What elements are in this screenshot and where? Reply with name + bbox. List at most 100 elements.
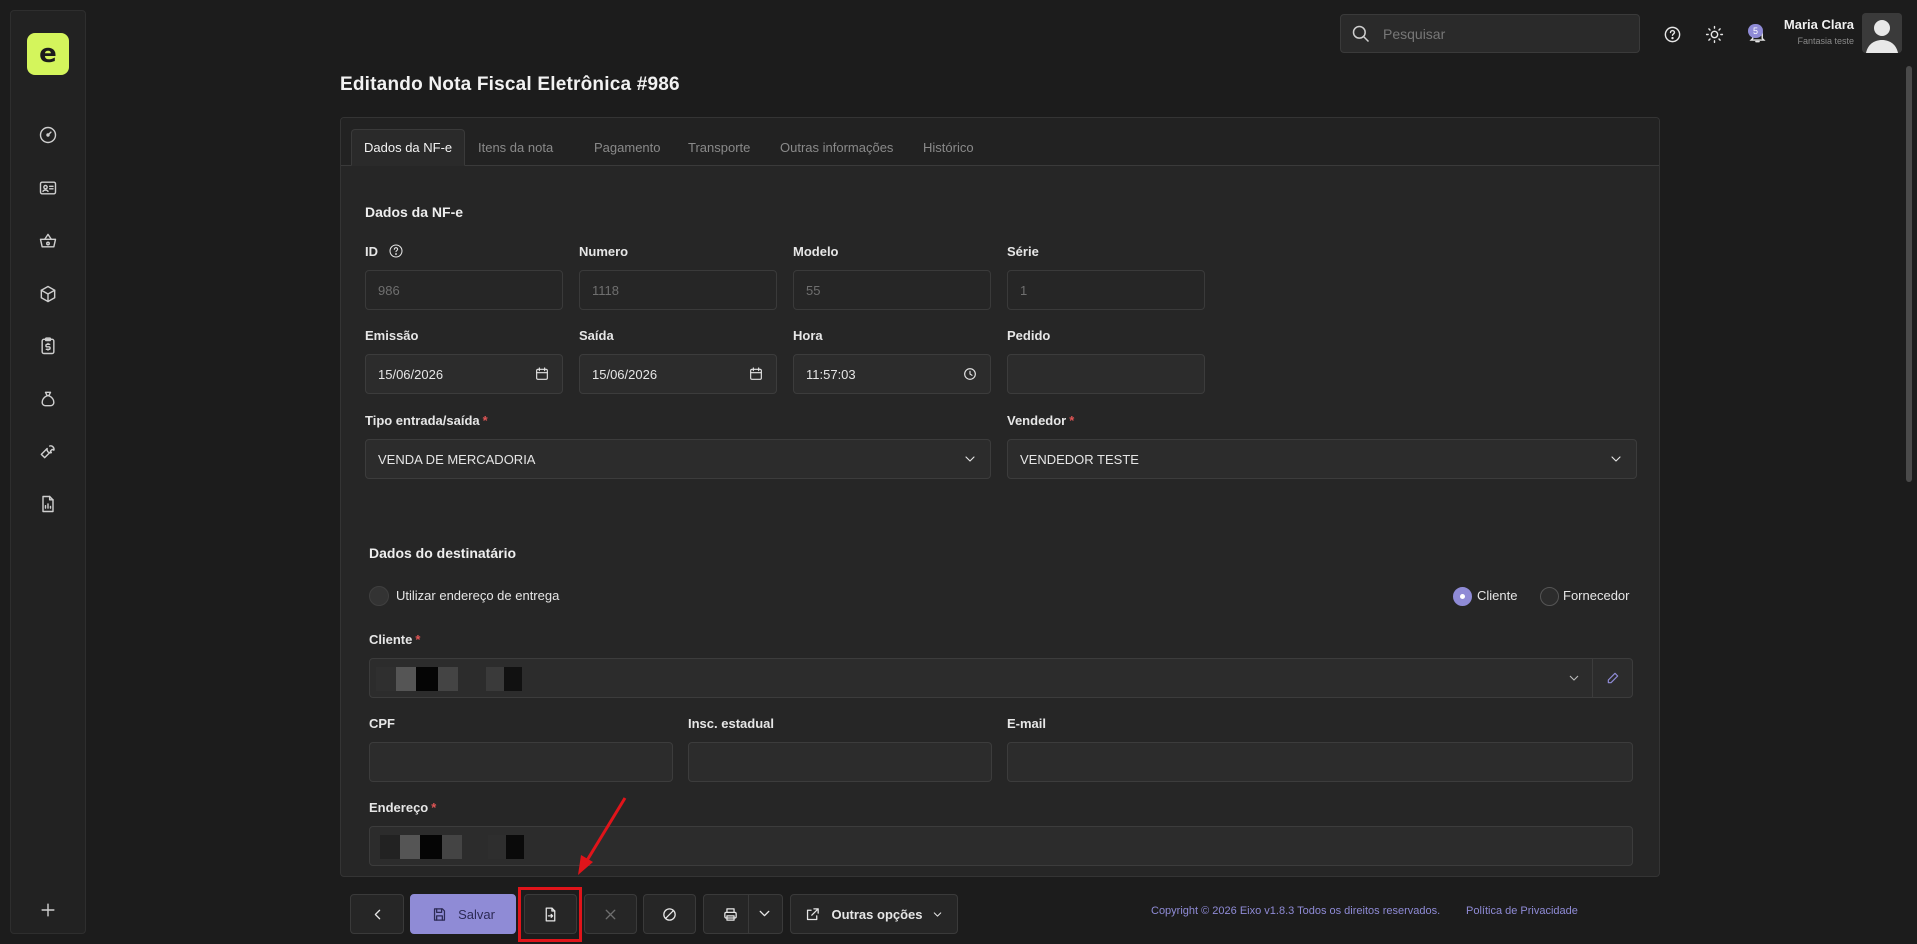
chevron-down-icon (759, 910, 770, 917)
edit-cliente-button[interactable] (1592, 659, 1632, 697)
email-input[interactable] (1007, 742, 1633, 782)
numero-field: 1118 (579, 270, 777, 310)
modelo-label: Modelo (793, 244, 839, 259)
required-marker: * (415, 632, 421, 647)
saida-date-input[interactable]: 15/06/2026 (579, 354, 777, 394)
form-card: Dados da NF-e Itens da nota Pagamento Tr… (340, 117, 1660, 877)
tipo-label-text: Tipo entrada/saída (365, 413, 480, 428)
tab-transporte[interactable]: Transporte (676, 129, 762, 166)
split-divider (748, 895, 749, 933)
tab-outras-informacoes[interactable]: Outras informações (768, 129, 905, 166)
avatar[interactable] (1862, 13, 1902, 53)
sidebar-item-finance[interactable] (33, 331, 63, 361)
user-name[interactable]: Maria Clara (1784, 17, 1854, 32)
tipo-select[interactable]: VENDA DE MERCADORIA (365, 439, 991, 479)
radio-cliente[interactable] (1453, 587, 1472, 606)
cliente-select[interactable] (369, 658, 1633, 698)
serie-label: Série (1007, 244, 1039, 259)
pedido-input[interactable] (1007, 354, 1205, 394)
cpf-input[interactable] (369, 742, 673, 782)
theme-toggle-button[interactable] (1703, 23, 1725, 45)
print-button[interactable] (703, 894, 783, 934)
email-label: E-mail (1007, 716, 1047, 731)
tipo-value: VENDA DE MERCADORIA (378, 451, 536, 467)
report-icon (42, 495, 54, 513)
modelo-field: 55 (793, 270, 991, 310)
hora-time-input[interactable]: 11:57:03 (793, 354, 991, 394)
save-button[interactable]: Salvar (410, 894, 516, 934)
emissao-value: 15/06/2026 (378, 366, 444, 382)
sidebar-item-reports[interactable] (33, 489, 63, 519)
copyright-text: Copyright © 2026 Eixo v1.8.3 Todos os di… (1151, 905, 1441, 917)
tipo-label: Tipo entrada/saída * (365, 413, 488, 428)
question-circle-icon (389, 244, 403, 258)
radio-cliente-label: Cliente (1477, 588, 1518, 603)
app-logo[interactable]: e (27, 33, 69, 75)
sidebar-item-tools[interactable] (33, 436, 63, 466)
cpf-label: CPF (369, 716, 395, 731)
box-icon (40, 285, 56, 303)
sidebar-item-products[interactable] (33, 279, 63, 309)
endereco-label-text: Endereço (369, 800, 429, 815)
back-button[interactable] (350, 894, 404, 934)
ban-icon (663, 907, 676, 921)
sidebar-item-sales[interactable] (33, 226, 63, 256)
wrench-icon (40, 445, 55, 459)
chevron-left-icon (374, 909, 380, 919)
plus-icon (41, 903, 55, 917)
required-marker: * (1069, 413, 1075, 428)
entrega-toggle[interactable] (369, 586, 389, 606)
inscricao-input[interactable] (688, 742, 992, 782)
search-icon (1352, 25, 1370, 42)
required-marker: * (482, 413, 488, 428)
cancel-button[interactable] (584, 894, 637, 934)
annotation-highlight-box (518, 887, 582, 942)
saida-value: 15/06/2026 (592, 366, 658, 382)
vendedor-value: VENDEDOR TESTE (1020, 451, 1139, 467)
tab-itens-nota[interactable]: Itens da nota (466, 129, 565, 166)
money-bag-icon (41, 391, 55, 407)
emissao-label: Emissão (365, 328, 419, 343)
search-input[interactable] (1383, 25, 1623, 42)
tab-pagamento[interactable]: Pagamento (582, 129, 673, 166)
id-help-icon[interactable] (388, 243, 404, 259)
required-marker: * (431, 800, 437, 815)
user-company: Fantasia teste (1797, 36, 1854, 46)
print-dropdown-chevron[interactable] (756, 905, 773, 925)
redacted-value (376, 667, 536, 691)
calendar-icon[interactable] (534, 366, 550, 382)
vendedor-label-text: Vendedor (1007, 413, 1067, 428)
section-title-nfe: Dados da NF-e (365, 204, 464, 220)
cliente-label-text: Cliente (369, 632, 413, 647)
void-button[interactable] (643, 894, 696, 934)
more-options-label: Outras opções (831, 906, 923, 922)
help-button[interactable] (1661, 23, 1683, 45)
more-options-button[interactable]: Outras opções (790, 894, 958, 934)
id-card-icon (39, 181, 57, 195)
privacy-link[interactable]: Política de Privacidade (1466, 905, 1578, 917)
page-scrollbar[interactable] (1906, 66, 1912, 482)
endereco-select[interactable] (369, 826, 1633, 866)
sidebar-item-dashboard[interactable] (33, 120, 63, 150)
chevron-down-icon (1608, 451, 1624, 467)
save-icon (433, 907, 446, 921)
clock-icon[interactable] (962, 366, 978, 382)
close-icon (605, 909, 616, 919)
sidebar-item-contacts[interactable] (33, 173, 63, 203)
emissao-date-input[interactable]: 15/06/2026 (365, 354, 563, 394)
sidebar-add-button[interactable] (33, 895, 63, 925)
printer-icon (724, 907, 737, 921)
numero-label: Numero (579, 244, 629, 259)
tab-dados-nfe[interactable]: Dados da NF-e (351, 129, 466, 166)
radio-fornecedor-label: Fornecedor (1563, 588, 1630, 603)
vendedor-select[interactable]: VENDEDOR TESTE (1007, 439, 1637, 479)
serie-field: 1 (1007, 270, 1205, 310)
id-field: 986 (365, 270, 563, 310)
save-label: Salvar (458, 906, 495, 922)
search-box[interactable] (1340, 14, 1640, 53)
sidebar-item-money[interactable] (33, 384, 63, 414)
radio-fornecedor[interactable] (1540, 587, 1559, 606)
calendar-icon[interactable] (748, 366, 764, 382)
vendedor-label: Vendedor * (1007, 413, 1074, 428)
tab-historico[interactable]: Histórico (911, 129, 986, 166)
